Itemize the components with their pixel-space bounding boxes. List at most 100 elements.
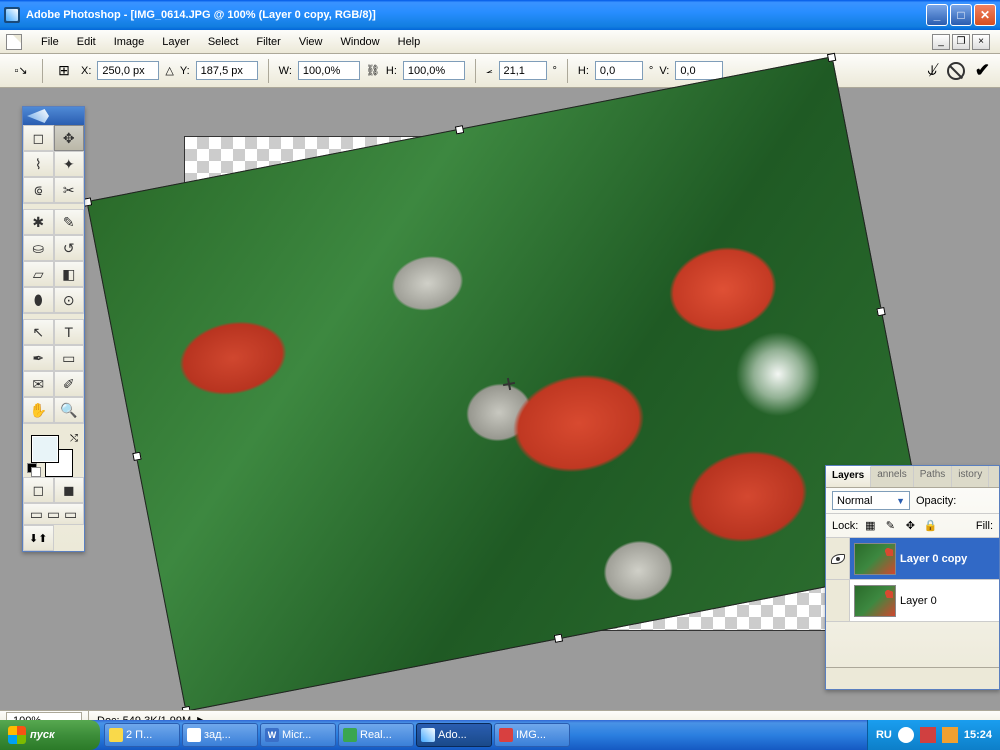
taskbar-item-label: 2 П... [126, 729, 152, 741]
slice-tool[interactable]: ✂ [54, 177, 85, 203]
toolbox-titlebar[interactable] [23, 107, 84, 125]
tab-history[interactable]: istory [952, 466, 989, 487]
link-icon[interactable]: ⛓ [366, 64, 380, 77]
default-colors-icon[interactable] [27, 463, 41, 475]
path-select-tool[interactable]: ↖ [23, 319, 54, 345]
angle-icon: ⦟ [486, 64, 493, 77]
layer-thumbnail[interactable] [854, 585, 896, 617]
marquee-tool[interactable]: ◻ [23, 125, 54, 151]
menu-view[interactable]: View [290, 33, 332, 51]
eyedropper-tool[interactable]: ✐ [54, 371, 85, 397]
crop-tool[interactable]: ⟃ [23, 177, 54, 203]
lock-pixels-icon[interactable]: ✎ [882, 518, 898, 534]
document-icon[interactable] [6, 34, 22, 50]
pen-tool[interactable]: ✒ [23, 345, 54, 371]
stamp-tool[interactable]: ⛀ [23, 235, 54, 261]
tray-icon[interactable] [920, 727, 936, 743]
close-button[interactable]: ✕ [974, 4, 996, 26]
foreground-color-swatch[interactable] [31, 435, 59, 463]
taskbar-item[interactable]: Ado... [416, 723, 492, 747]
lock-all-icon[interactable]: 🔒 [922, 518, 938, 534]
mdi-controls: _ ❐ × [932, 34, 994, 50]
menu-layer[interactable]: Layer [153, 33, 199, 51]
mdi-close-button[interactable]: × [972, 34, 990, 50]
lock-transparency-icon[interactable]: ▦ [862, 518, 878, 534]
transform-tool-icon[interactable]: ▫↘ [10, 60, 32, 82]
skew-v-input[interactable] [675, 61, 723, 80]
warp-icon[interactable]: ⫝̸ [927, 62, 937, 80]
menu-image[interactable]: Image [105, 33, 154, 51]
quickmask-mode-button[interactable]: ◼ [54, 477, 85, 503]
taskbar-item[interactable]: WMicr... [260, 723, 336, 747]
x-input[interactable] [97, 61, 159, 80]
taskbar-item-label: IMG... [516, 729, 546, 741]
layer-visibility-toggle[interactable] [826, 538, 850, 579]
eraser-tool[interactable]: ▱ [23, 261, 54, 287]
window-titlebar: Adobe Photoshop - [IMG_0614.JPG @ 100% (… [0, 0, 1000, 30]
lock-position-icon[interactable]: ✥ [902, 518, 918, 534]
task-buttons: 2 П... зад... WMicr... Real... Ado... IM… [100, 720, 867, 750]
maximize-button[interactable]: □ [950, 4, 972, 26]
taskbar-item[interactable]: зад... [182, 723, 258, 747]
language-indicator[interactable]: RU [876, 729, 892, 741]
taskbar-item[interactable]: Real... [338, 723, 414, 747]
move-tool[interactable]: ✥ [54, 125, 85, 151]
document-canvas[interactable] [184, 136, 834, 631]
menu-window[interactable]: Window [332, 33, 389, 51]
taskbar-item[interactable]: 2 П... [104, 723, 180, 747]
brush-tool[interactable]: ✎ [54, 209, 85, 235]
menu-filter[interactable]: Filter [247, 33, 289, 51]
skew-h-input[interactable] [595, 61, 643, 80]
width-input[interactable] [298, 61, 360, 80]
tab-layers[interactable]: Layers [826, 466, 871, 487]
mdi-restore-button[interactable]: ❐ [952, 34, 970, 50]
layer-row[interactable]: Layer 0 [826, 580, 999, 622]
cancel-transform-button[interactable] [947, 62, 965, 80]
tab-paths[interactable]: Paths [914, 466, 953, 487]
standard-mode-button[interactable]: ◻ [23, 477, 54, 503]
history-brush-tool[interactable]: ↺ [54, 235, 85, 261]
lasso-tool[interactable]: ⌇ [23, 151, 54, 177]
notes-tool[interactable]: ✉ [23, 371, 54, 397]
y-input[interactable] [196, 61, 258, 80]
layer-row[interactable]: Layer 0 copy [826, 538, 999, 580]
taskbar-item[interactable]: IMG... [494, 723, 570, 747]
layer-thumbnail[interactable] [854, 543, 896, 575]
layer-list: Layer 0 copy Layer 0 [826, 538, 999, 622]
height-input[interactable] [403, 61, 465, 80]
layer-name[interactable]: Layer 0 [900, 595, 937, 607]
menu-select[interactable]: Select [199, 33, 248, 51]
zoom-tool[interactable]: 🔍 [54, 397, 85, 423]
tray-icon[interactable] [898, 727, 914, 743]
triangle-icon[interactable]: △ [165, 64, 173, 77]
blend-mode-select[interactable]: Normal ▼ [832, 491, 910, 510]
jump-to-imageready-button[interactable]: ⬇⬆ [23, 525, 54, 551]
menu-file[interactable]: File [32, 33, 68, 51]
commit-transform-button[interactable]: ✔ [975, 60, 990, 81]
tab-channels[interactable]: annels [871, 466, 913, 487]
angle-input[interactable] [499, 61, 547, 80]
layer-name[interactable]: Layer 0 copy [900, 553, 967, 565]
screen-mode-button[interactable]: ▭ ▭ ▭ [23, 503, 84, 525]
clock[interactable]: 15:24 [964, 729, 992, 741]
menu-edit[interactable]: Edit [68, 33, 105, 51]
hand-tool[interactable]: ✋ [23, 397, 54, 423]
swap-colors-icon[interactable]: ⤭ [70, 433, 78, 444]
windows-logo-icon [8, 726, 26, 744]
healing-tool[interactable]: ✱ [23, 209, 54, 235]
wand-tool[interactable]: ✦ [54, 151, 85, 177]
shape-tool[interactable]: ▭ [54, 345, 85, 371]
layer-visibility-toggle[interactable] [826, 580, 850, 621]
mdi-minimize-button[interactable]: _ [932, 34, 950, 50]
minimize-button[interactable]: _ [926, 4, 948, 26]
gradient-tool[interactable]: ◧ [54, 261, 85, 287]
separator [475, 59, 476, 83]
blur-tool[interactable]: ⬮ [23, 287, 54, 313]
type-tool[interactable]: T [54, 319, 85, 345]
start-button[interactable]: пуск [0, 720, 100, 750]
reference-point-icon[interactable]: ⊞ [53, 60, 75, 82]
dodge-tool[interactable]: ⊙ [54, 287, 85, 313]
tray-icon[interactable] [942, 727, 958, 743]
taskbar-item-label: Ado... [438, 729, 467, 741]
menu-help[interactable]: Help [389, 33, 430, 51]
